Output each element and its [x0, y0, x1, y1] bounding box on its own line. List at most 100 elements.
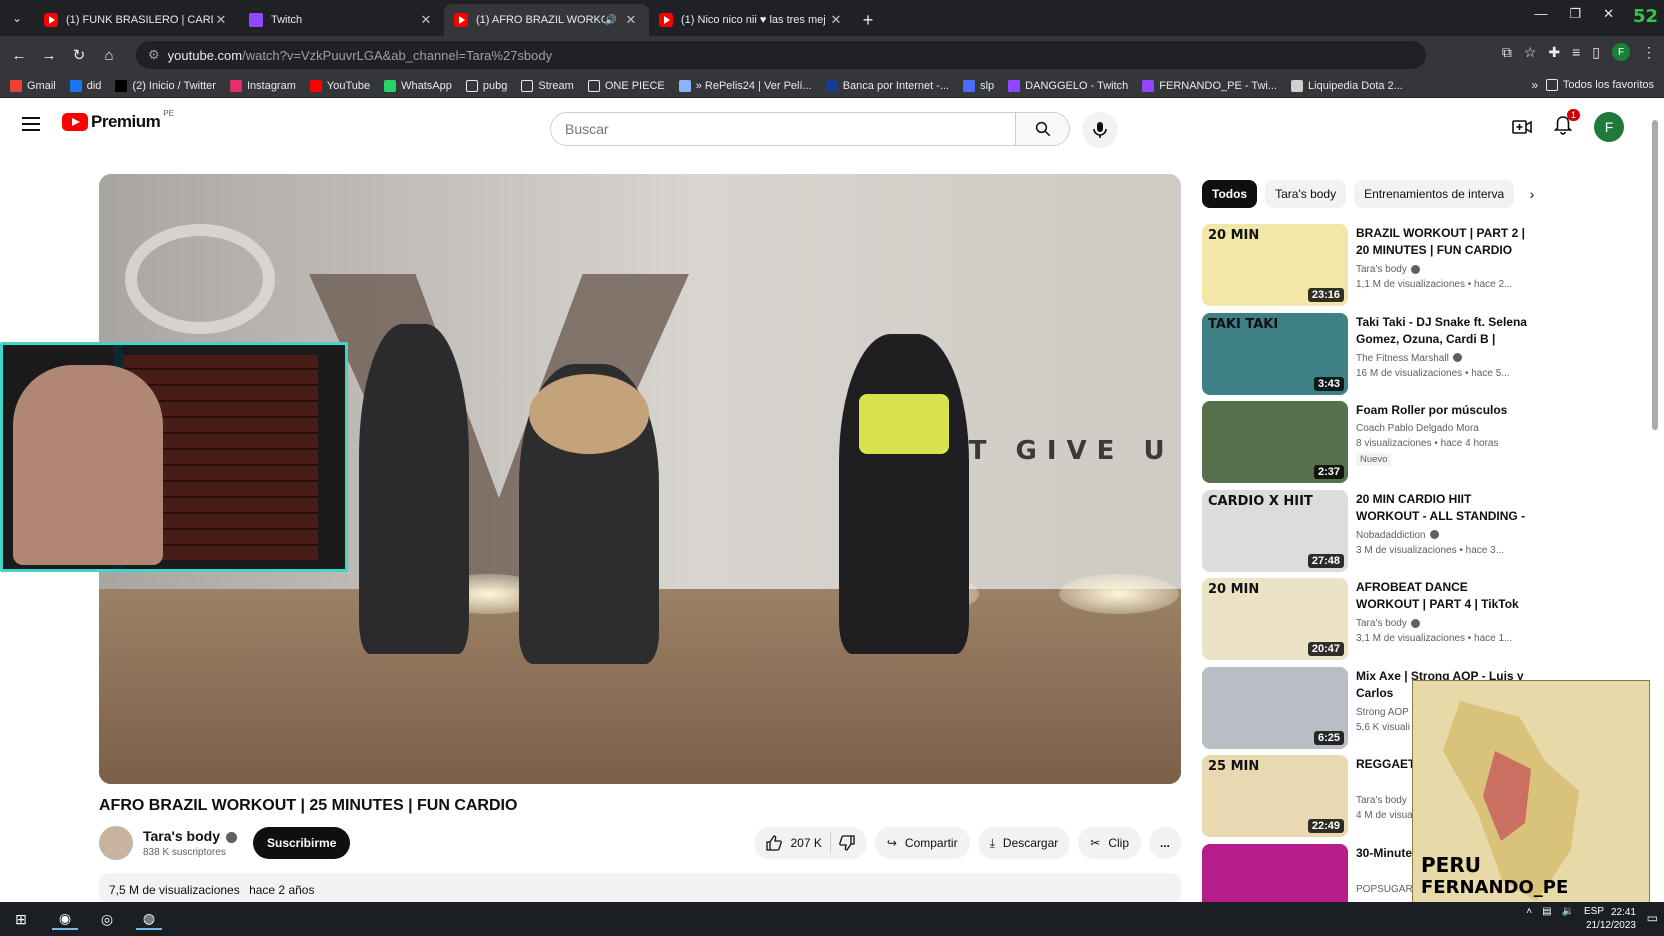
- recommendation-title[interactable]: 20 MIN CARDIO HIIT WORKOUT - ALL STANDIN…: [1356, 491, 1534, 525]
- site-info-icon[interactable]: ⚙: [148, 47, 160, 63]
- recommendation-item[interactable]: TAKI TAKI 3:43 Taki Taki - DJ Snake ft. Se…: [1202, 312, 1542, 402]
- more-actions-button[interactable]: ...: [1149, 827, 1181, 859]
- network-icon[interactable]: ▤: [1542, 906, 1551, 917]
- tab-funk-brasilero[interactable]: (1) FUNK BRASILERO | CARDIO ✕: [34, 4, 239, 36]
- bookmark-item[interactable]: FERNANDO_PE - Twi...: [1142, 79, 1277, 92]
- download-icon: ⤓: [989, 835, 995, 850]
- menu-kebab-icon[interactable]: ⋮: [1642, 44, 1656, 61]
- bookmark-item[interactable]: » RePelis24 | Ver Pelí...: [678, 79, 812, 92]
- description-box[interactable]: 7,5 M de visualizaciones hace 2 años: [99, 873, 1181, 903]
- bookmark-item[interactable]: DANGGELO - Twitch: [1008, 79, 1128, 92]
- tab-afro-brazil-workout[interactable]: (1) AFRO BRAZIL WORKOUT 🔊 ✕: [444, 4, 649, 36]
- volume-icon[interactable]: 🔉: [1562, 906, 1574, 917]
- account-avatar[interactable]: F: [1594, 112, 1624, 142]
- home-button[interactable]: ⌂: [94, 40, 124, 70]
- minimize-button[interactable]: —: [1534, 6, 1547, 22]
- back-button[interactable]: ←: [4, 40, 34, 70]
- video-thumbnail[interactable]: 25 MIN 22:49: [1202, 755, 1348, 837]
- bookmark-item[interactable]: did: [69, 79, 101, 92]
- bookmark-item[interactable]: YouTube: [309, 79, 370, 92]
- share-button[interactable]: ↪ Compartir: [874, 827, 970, 859]
- youtube-premium-logo[interactable]: Premium PE: [62, 109, 174, 132]
- recommendation-item[interactable]: CARDIO X HIIT 27:48 20 MIN CARDIO HIIT WOR…: [1202, 489, 1542, 579]
- obs-icon[interactable]: ◎: [94, 908, 120, 930]
- recommendation-meta: 16 M de visualizaciones • hace 5...: [1356, 367, 1510, 379]
- restore-button[interactable]: ❐: [1569, 6, 1581, 22]
- recommendation-title[interactable]: Taki Taki - DJ Snake ft. Selena Gomez, O…: [1356, 314, 1534, 348]
- bookmark-item[interactable]: Gmail: [10, 79, 56, 92]
- page-scrollbar[interactable]: [1650, 116, 1660, 902]
- bookmark-item[interactable]: Banca por Internet -...: [825, 79, 949, 92]
- channel-name-wrap[interactable]: Tara's body: [143, 828, 237, 844]
- bookmark-item[interactable]: ONE PIECE: [587, 79, 665, 92]
- video-thumbnail[interactable]: 2:37: [1202, 401, 1348, 483]
- close-window-button[interactable]: ✕: [1603, 6, 1614, 22]
- chip-todos[interactable]: Todos: [1202, 180, 1258, 208]
- tab-nico-nico[interactable]: (1) Nico nico nii ♥ las tres mej ✕: [649, 4, 854, 36]
- profile-avatar[interactable]: F: [1612, 43, 1630, 61]
- bookmark-item[interactable]: (2) Inicio / Twitter: [115, 79, 216, 92]
- scrollbar-thumb[interactable]: [1652, 120, 1658, 430]
- new-tab-button[interactable]: +: [854, 4, 882, 36]
- search-input[interactable]: [551, 113, 1015, 145]
- notifications-button[interactable]: 1: [1553, 108, 1580, 140]
- bookmark-item[interactable]: Instagram: [229, 79, 296, 92]
- bookmark-star-icon[interactable]: ☆: [1524, 44, 1537, 61]
- bookmark-favicon-icon: [384, 79, 397, 92]
- recommendation-title[interactable]: BRAZIL WORKOUT | PART 2 | 20 MINUTES | F…: [1356, 225, 1534, 259]
- clock[interactable]: 22:41 21/12/2023: [1586, 906, 1636, 932]
- bookmark-item[interactable]: WhatsApp: [384, 79, 452, 92]
- close-icon[interactable]: ✕: [213, 12, 229, 28]
- chevron-right-icon[interactable]: ›: [1520, 182, 1544, 206]
- close-icon[interactable]: ✕: [828, 12, 844, 28]
- media-control-icon[interactable]: ≡: [1572, 44, 1580, 60]
- chip-entrenamientos[interactable]: Entrenamientos de interva: [1354, 180, 1515, 208]
- video-thumbnail[interactable]: CARDIO X HIIT 27:48: [1202, 489, 1348, 572]
- notification-center-icon[interactable]: ▭: [1647, 911, 1658, 925]
- chip-taras-body[interactable]: Tara's body: [1265, 180, 1347, 208]
- extensions-icon[interactable]: ✚: [1548, 44, 1560, 61]
- channel-name[interactable]: Tara's body: [143, 828, 220, 844]
- menu-icon[interactable]: [22, 117, 40, 131]
- recommendation-title[interactable]: AFROBEAT DANCE WORKOUT | PART 4 | TikTok…: [1356, 579, 1534, 613]
- bookmark-item[interactable]: Stream: [521, 79, 574, 92]
- voice-search-button[interactable]: [1082, 112, 1118, 148]
- close-icon[interactable]: ✕: [623, 12, 639, 28]
- side-panel-icon[interactable]: ▯: [1592, 44, 1600, 61]
- video-thumbnail[interactable]: 20 MIN 23:16: [1202, 224, 1348, 306]
- address-bar[interactable]: ⚙ youtube.com/watch?v=VzkPuuvrLGA&ab_cha…: [136, 41, 1426, 69]
- recommendation-title[interactable]: Foam Roller por músculos: [1356, 402, 1534, 419]
- chrome-icon[interactable]: ◍: [136, 908, 162, 930]
- recommendation-item[interactable]: 20 MIN 20:47 AFROBEAT DANCE WORKOUT | PART…: [1202, 578, 1542, 667]
- recommendation-item[interactable]: 20 MIN 23:16 BRAZIL WORKOUT | PART 2 | 20 …: [1202, 224, 1542, 313]
- tab-twitch[interactable]: Twitch ✕: [239, 4, 444, 36]
- install-icon[interactable]: ⧉: [1502, 44, 1512, 61]
- tab-search-button[interactable]: ⌄: [6, 8, 28, 28]
- all-bookmarks-folder[interactable]: Todos los favoritos: [1545, 79, 1654, 91]
- dislike-button[interactable]: [839, 835, 855, 851]
- discord-icon[interactable]: ◉: [52, 908, 78, 930]
- video-thumbnail[interactable]: TAKI TAKI 3:43: [1202, 312, 1348, 395]
- verified-icon: [1410, 618, 1420, 628]
- create-video-icon[interactable]: [1512, 118, 1532, 136]
- like-button[interactable]: 207 K: [766, 835, 822, 851]
- search-button[interactable]: [1015, 113, 1069, 145]
- download-button[interactable]: ⤓ Descargar: [977, 827, 1071, 859]
- close-icon[interactable]: ✕: [418, 12, 434, 28]
- channel-avatar[interactable]: [99, 826, 133, 860]
- bookmark-item[interactable]: pubg: [465, 79, 507, 92]
- subscribe-button[interactable]: Suscribirme: [253, 827, 351, 859]
- video-thumbnail[interactable]: 6:25: [1202, 666, 1348, 749]
- forward-button[interactable]: →: [34, 40, 64, 70]
- windows-start-icon[interactable]: ⊞: [8, 908, 34, 930]
- chevron-up-icon[interactable]: ˄: [1526, 906, 1532, 917]
- video-thumbnail[interactable]: 20 MIN 20:47: [1202, 578, 1348, 660]
- bookmark-item[interactable]: Liquipedia Dota 2...: [1291, 79, 1403, 92]
- reload-button[interactable]: ↻: [64, 40, 94, 70]
- recommendation-item[interactable]: 2:37 Foam Roller por músculos Coach Pablo …: [1202, 401, 1542, 490]
- bookmark-item[interactable]: slp: [963, 79, 994, 92]
- speaker-icon[interactable]: 🔊: [605, 15, 617, 26]
- bookmarks-overflow-icon[interactable]: »: [1531, 78, 1538, 92]
- recommendation-channel: The Fitness Marshall: [1356, 353, 1462, 364]
- clip-button[interactable]: ✂ Clip: [1078, 827, 1141, 859]
